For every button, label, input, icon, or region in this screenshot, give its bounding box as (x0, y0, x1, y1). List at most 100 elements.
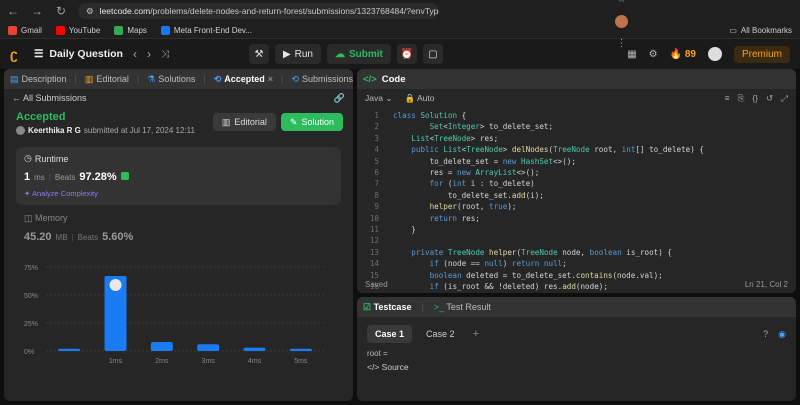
chart-bar[interactable] (197, 344, 220, 351)
chart-bar[interactable] (289, 348, 312, 351)
author-name[interactable]: Keerthika R G (28, 126, 81, 135)
code-line: 11 } (357, 224, 796, 235)
layout-icon[interactable]: ▦ (627, 49, 636, 60)
forward-arrow-icon[interactable]: → (30, 4, 44, 18)
solution-button[interactable]: ✎ Solution (280, 113, 343, 131)
streak-counter[interactable]: 🔥 89 (670, 49, 696, 60)
case-1-tab[interactable]: Case 1 (367, 325, 413, 343)
chart-bar[interactable] (243, 347, 266, 351)
format-icon[interactable]: ≡ (725, 93, 730, 104)
tab-testcase[interactable]: ☑ Testcase (363, 302, 411, 313)
source-code-icon: </> (367, 362, 380, 372)
submission-panel: ▤ Description | ▥ Editorial | ⚗ Solutions |… (4, 69, 353, 401)
help-icon[interactable]: ? (763, 329, 768, 340)
editorial-button[interactable]: ▥ Editorial (212, 113, 276, 131)
fullscreen-icon[interactable]: ⤢ (781, 93, 788, 104)
saved-status: Saved (365, 279, 388, 289)
next-problem-icon[interactable]: › (147, 47, 151, 61)
code-editor[interactable]: 1 class Solution {2 Set<Integer> to_delet… (357, 107, 796, 293)
bookmark-gmail[interactable]: Gmail (8, 25, 42, 35)
address-bar[interactable]: ⚙ leetcode.com/problems/delete-nodes-and… (78, 3, 439, 19)
list-icon: ☰ (34, 48, 44, 60)
case-2-tab[interactable]: Case 2 (418, 325, 463, 343)
eye-icon[interactable]: ◉ (778, 329, 786, 340)
tab-description[interactable]: ▤ Description (10, 74, 67, 85)
run-button[interactable]: ▶ Run (274, 44, 321, 64)
memory-unit: MB (55, 233, 68, 242)
tab-divider: | (421, 302, 424, 312)
cloud-upload-icon: ☁ (335, 48, 345, 60)
reset-icon[interactable]: ↺ (766, 93, 773, 104)
timer-button[interactable]: ⏰ (396, 44, 417, 64)
line-text: private TreeNode helper(TreeNode node, b… (411, 247, 672, 257)
memory-divider: | (71, 233, 74, 242)
add-case-icon[interactable]: + (473, 328, 479, 340)
settings-gear-icon[interactable]: ⚙ (649, 49, 658, 60)
site-info-icon[interactable]: ⚙ (86, 6, 94, 17)
memory-value-row: 45.20 MB | Beats 5.60% (24, 231, 333, 243)
author-avatar[interactable] (16, 126, 25, 135)
bookmark-meta[interactable]: Meta Front-End Dev... (160, 25, 252, 35)
tab-divider: | (136, 74, 140, 84)
bug-icon: ⚒ (254, 48, 264, 60)
back-arrow-icon[interactable]: ← (6, 4, 20, 18)
shuffle-icon[interactable]: ⤨ (161, 49, 169, 60)
profile-avatar[interactable] (707, 47, 722, 61)
auto-mode-toggle[interactable]: 🔒 Auto (404, 93, 434, 104)
tab-solutions[interactable]: ⚗ Solutions (147, 74, 195, 85)
tab-test-result[interactable]: >_ Test Result (434, 302, 491, 312)
line-number: 9 (374, 202, 379, 212)
close-tab-icon[interactable]: × (268, 74, 273, 84)
description-icon: ▤ (10, 73, 19, 84)
memory-beats: 5.60% (102, 231, 134, 243)
memory-card[interactable]: ◫ Memory 45.20 MB | Beats 5.60% (24, 213, 333, 243)
problem-list-button[interactable]: ☰ Daily Question (34, 48, 123, 60)
tab-submissions[interactable]: ⟲ Submissions (291, 74, 353, 85)
menu-icon[interactable]: ⋮ (617, 38, 627, 49)
premium-button[interactable]: Premium (733, 45, 790, 63)
line-text: Set<Integer> to_delete_set; (429, 122, 554, 132)
runtime-header: ◷ Runtime (24, 153, 69, 164)
leetcode-logo-icon[interactable]: ʗ (10, 46, 24, 62)
chart-bar[interactable] (58, 348, 81, 351)
line-text: if (node == null) return null; (429, 259, 567, 269)
terminal-icon: >_ (433, 302, 445, 312)
beats-badge-icon (120, 172, 129, 180)
code-line: 7 for (int i : to_delete) (357, 178, 796, 189)
tab-accepted[interactable]: ⟲ Accepted × (214, 74, 273, 85)
code-line: 3 List<TreeNode> res; (357, 133, 796, 144)
language-selector[interactable]: Java ⌄ (365, 93, 392, 104)
bookmark-maps[interactable]: Maps (114, 25, 147, 35)
prev-problem-icon[interactable]: ‹ (133, 47, 137, 61)
line-number: 8 (374, 190, 379, 200)
line-text: helper(root, true); (429, 202, 517, 212)
analyze-complexity-link[interactable]: ✦ Analyze Complexity (24, 189, 333, 198)
runtime-chart-svg: 75% 50% 25% 0% 1ms 2ms 3ms 4ms 5ms (24, 265, 324, 365)
code-footer: Saved Ln 21, Col 2 (357, 275, 796, 293)
case-selector: Case 1 Case 2 + ? ◉ (357, 317, 796, 343)
tab-editorial[interactable]: ▥ Editorial (85, 74, 129, 85)
reload-icon[interactable]: ↻ (54, 4, 68, 18)
bookmark-star-icon[interactable]: ☆ (617, 0, 626, 5)
braces-icon[interactable]: {} (752, 93, 758, 104)
share-link-icon[interactable]: 🔗 (334, 93, 345, 104)
all-bookmarks[interactable]: ▭ All Bookmarks (729, 26, 792, 35)
debug-button[interactable]: ⚒ (248, 44, 269, 64)
user-avatar-marker (109, 278, 122, 291)
chart-bar[interactable] (150, 342, 173, 351)
line-number: 6 (374, 168, 379, 178)
browser-profile-avatar[interactable] (615, 15, 628, 28)
code-line: 5 to_delete_set = new HashSet<>(); (357, 156, 796, 167)
all-submissions-link[interactable]: ← All Submissions (12, 93, 87, 103)
code-line: 12 (357, 235, 796, 246)
bookmark-icon[interactable]: ⎘ (738, 93, 745, 104)
code-toolbar: Java ⌄ 🔒 Auto ≡ ⎘ {} ↺ ⤢ (357, 89, 796, 107)
submit-button[interactable]: ☁ Submit (327, 44, 391, 64)
clock-icon: ◷ (24, 153, 32, 163)
notes-button[interactable]: ▢ (422, 44, 443, 64)
bookmark-youtube[interactable]: YouTube (55, 25, 100, 35)
runtime-divider: | (48, 173, 51, 182)
line-text: List<TreeNode> res; (411, 133, 499, 143)
source-toggle[interactable]: </> Source (357, 358, 796, 372)
runtime-card[interactable]: ◷ Runtime 1 ms | Beats 97.28% ✦ Analyze C… (16, 147, 341, 205)
